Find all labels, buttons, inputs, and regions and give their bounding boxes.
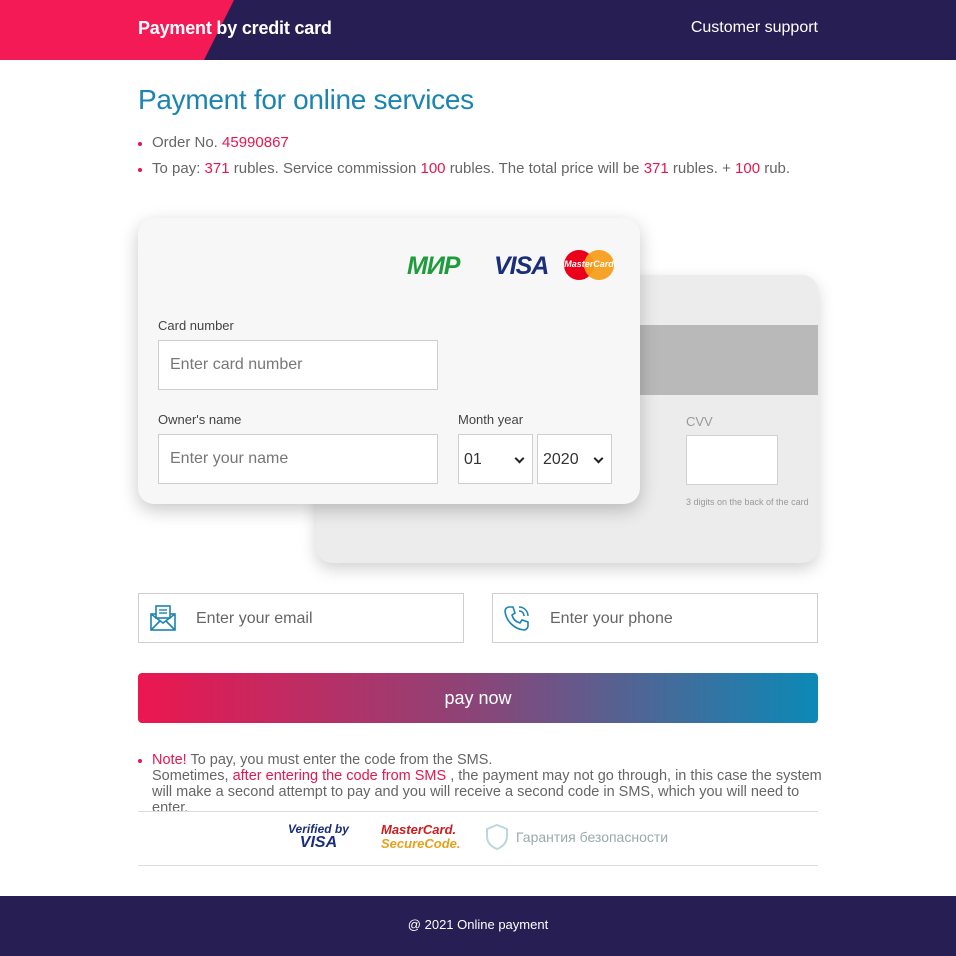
cvv-input[interactable] (686, 435, 778, 485)
envelope-icon (150, 605, 176, 631)
email-field[interactable]: Enter your email (138, 593, 464, 643)
visa-logo: VISA (494, 252, 549, 280)
month-year-label: Month year (458, 412, 524, 427)
mastercard-securecode-badge: MasterCard. SecureCode. (381, 823, 460, 851)
year-value: 2020 (543, 451, 579, 468)
verified-by-visa-badge: Verified by VISA (288, 823, 349, 851)
owner-name-label: Owner's name (158, 412, 242, 427)
mastercard-logo: MasterCard (564, 250, 614, 280)
order-info-list: Order No. 45990867 To pay: 371 rubles. S… (138, 133, 790, 185)
order-number-item: Order No. 45990867 (138, 133, 790, 159)
total-text: rubles. The total price will be (449, 160, 640, 177)
phone-icon (504, 606, 529, 631)
pay-prefix: To pay: (152, 160, 201, 177)
month-value: 01 (464, 451, 482, 468)
note-title: Note! (152, 752, 187, 768)
payment-summary-item: To pay: 371 rubles. Service commission 1… (138, 159, 790, 185)
chevron-down-icon (593, 453, 604, 464)
card-number-label: Card number (158, 318, 234, 333)
header-title: Payment by credit card (138, 18, 332, 38)
month-select[interactable]: 01 (458, 434, 533, 484)
divider-bottom (138, 865, 818, 866)
cvv-hint: 3 digits on the back of the card (686, 497, 809, 507)
sms-note: Note! To pay, you must enter the code fr… (138, 752, 828, 816)
header-bar: Payment by credit card Customer support (0, 0, 956, 60)
footer-bar: @ 2021 Online payment (0, 896, 956, 956)
extra-amount: 100 (735, 160, 761, 177)
pay-amount: 371 (204, 160, 230, 177)
pay-now-button[interactable]: pay now (138, 673, 818, 723)
divider-top (138, 811, 818, 812)
cvv-label: CVV (686, 414, 713, 429)
page-title: Payment for online services (138, 84, 474, 115)
plus-text: rubles. + (672, 160, 731, 177)
mc-top-text: MasterCard. (381, 822, 457, 837)
note-line2-start: Sometimes, (152, 768, 229, 784)
mastercard-logo-text: MasterCard (564, 259, 614, 269)
commission-amount: 100 (420, 160, 446, 177)
owner-name-input[interactable] (158, 434, 438, 484)
security-guarantee-text: Гарантия безопасности (516, 829, 669, 845)
card-front: МИР VISA MasterCard Card number Owner's … (138, 218, 640, 504)
mc-bottom-text: SecureCode. (381, 836, 461, 851)
footer-copyright: @ 2021 Online payment (407, 917, 549, 932)
note-line2-highlight: after entering the code from SMS (232, 768, 447, 784)
commission-text: rubles. Service commission (233, 160, 417, 177)
order-label: Order No. (152, 134, 218, 151)
verified-visa-text: VISA (299, 834, 338, 851)
phone-field[interactable]: Enter your phone (492, 593, 818, 643)
email-placeholder: Enter your email (196, 610, 313, 627)
phone-placeholder: Enter your phone (550, 610, 673, 627)
shield-icon (486, 823, 508, 851)
note-line1: To pay, you must enter the code from the… (190, 752, 493, 768)
mir-logo: МИР (407, 252, 460, 280)
total-amount: 371 (643, 160, 669, 177)
year-select[interactable]: 2020 (537, 434, 612, 484)
customer-support-link[interactable]: Customer support (691, 19, 818, 37)
order-number: 45990867 (222, 134, 289, 151)
chevron-down-icon (514, 453, 525, 464)
card-number-input[interactable] (158, 340, 438, 390)
rub-text: rub. (764, 160, 791, 177)
